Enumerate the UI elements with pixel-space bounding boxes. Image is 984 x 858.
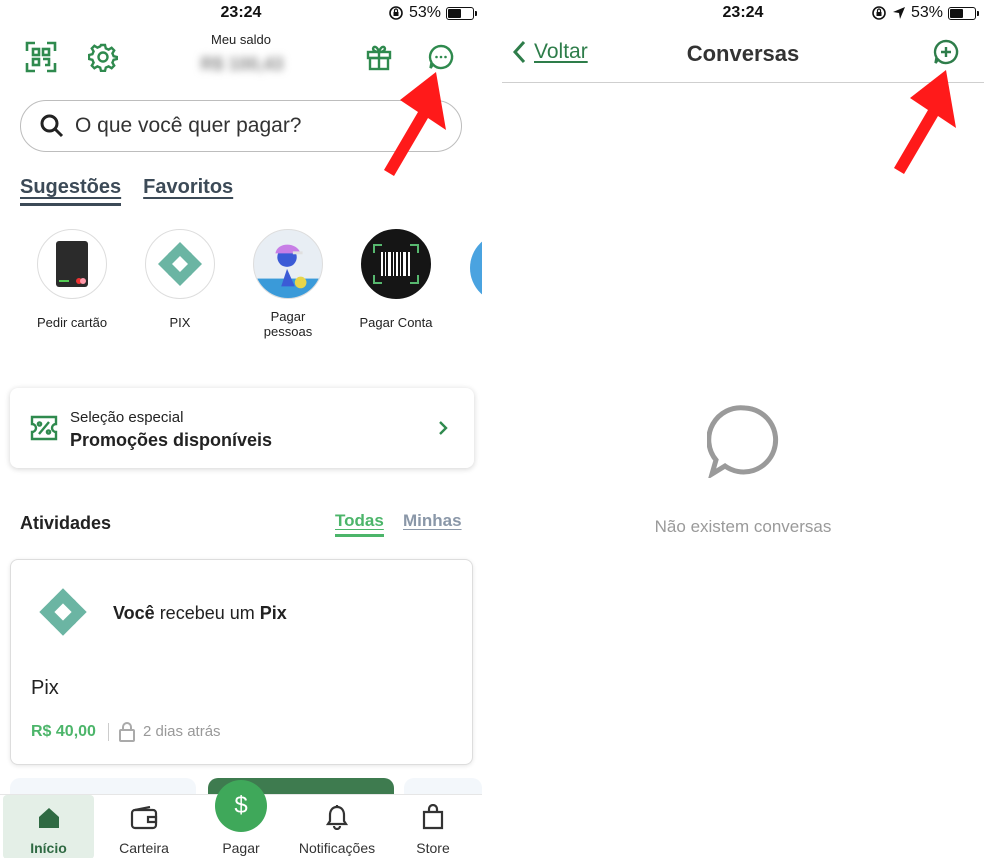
gift-icon [366, 45, 392, 71]
search-icon [40, 114, 64, 138]
battery-percent: 53% [910, 4, 943, 21]
status-right: 53% [871, 4, 979, 22]
suggestion-pagar-conta[interactable]: Pagar Conta [346, 229, 446, 330]
qr-code-icon [25, 41, 57, 73]
suggestion-label: Pagar Conta [359, 315, 433, 330]
nav-label: Início [30, 840, 67, 856]
person-icon [253, 229, 323, 299]
tab-minhas[interactable]: Minhas [403, 511, 462, 531]
chevron-right-icon [439, 421, 448, 435]
suggestion-pedir-cartao[interactable]: Pedir cartão [22, 229, 122, 330]
rotation-lock-icon [872, 6, 886, 20]
nav-label: Pagar [222, 840, 260, 856]
home-icon [38, 808, 59, 828]
battery-icon [446, 6, 477, 20]
new-conversation-button[interactable] [932, 38, 962, 68]
nav-carteira[interactable]: Carteira [100, 795, 188, 858]
nav-store[interactable]: Store [392, 795, 474, 858]
divider [108, 723, 109, 741]
activity-card[interactable]: Você recebeu um Pix Pix R$ 40,00 2 dias … [10, 559, 473, 765]
activity-type: Pix [31, 677, 59, 699]
nav-label: Notificações [298, 840, 376, 856]
card-icon [37, 229, 107, 299]
wallet-icon [130, 806, 158, 830]
balance-label: Meu saldo [211, 32, 271, 47]
status-right: 53% [388, 4, 477, 22]
suggestion-pix[interactable]: PIX [130, 229, 230, 330]
promo-title: Promoções disponíveis [70, 430, 273, 450]
suggestion-label: Pedir cartão [36, 315, 108, 330]
status-bar: 23:24 53% [0, 0, 482, 26]
gear-icon [88, 43, 118, 72]
balance-value[interactable]: R$ 100,43 [188, 54, 296, 76]
home-screen: 23:24 53% Meu saldo R$ 100,43 O que você… [0, 0, 482, 858]
qr-code-button[interactable] [24, 40, 58, 74]
activity-time: 2 dias atrás [143, 723, 221, 740]
rotation-lock-icon [389, 6, 403, 20]
settings-button[interactable] [86, 40, 120, 74]
dollar-icon: $ [234, 792, 248, 819]
tab-favoritos[interactable]: Favoritos [143, 176, 233, 206]
nav-notificacoes[interactable]: Notificações [292, 795, 382, 858]
activity-actor: Você [113, 603, 155, 623]
location-icon [892, 7, 905, 19]
activity-object: Pix [259, 603, 287, 623]
nav-label: Carteira [119, 840, 169, 856]
chat-plus-icon [933, 39, 959, 65]
tab-todas[interactable]: Todas [335, 511, 384, 537]
activity-message: Você recebeu um Pix [113, 603, 287, 624]
nav-label: Store [416, 840, 450, 856]
chat-bubble-icon [707, 405, 779, 478]
battery-percent: 53% [408, 4, 441, 21]
suggestion-tabs: Sugestões Favoritos [20, 176, 233, 206]
activity-amount: R$ 40,00 [31, 723, 96, 740]
search-placeholder: O que você quer pagar? [75, 114, 302, 137]
barcode-icon [361, 229, 431, 299]
suggestion-label: PIX [169, 315, 191, 330]
suggestion-more[interactable] [470, 233, 482, 303]
nav-inicio[interactable]: Início [3, 795, 94, 858]
battery-icon [948, 6, 979, 20]
arrow-annotation-icon [894, 70, 956, 174]
lock-icon [119, 722, 135, 742]
tab-sugestoes[interactable]: Sugestões [20, 176, 122, 206]
chat-bubble-icon [428, 44, 454, 70]
page-title: Conversas [686, 41, 800, 66]
pay-fab-button[interactable]: $ [215, 780, 267, 832]
arrow-annotation-icon [384, 72, 446, 176]
pix-icon [145, 229, 215, 299]
conversations-screen: 23:24 53% Voltar Conversas Não existem c… [502, 0, 984, 858]
suggestion-label: Pagar pessoas [263, 309, 313, 339]
activities-title: Atividades [20, 513, 112, 533]
suggestion-pagar-pessoas[interactable]: Pagar pessoas [238, 229, 338, 339]
empty-state-text: Não existem conversas [654, 517, 832, 536]
activity-verb: recebeu um [154, 603, 260, 623]
shopping-bag-icon [422, 804, 444, 830]
promo-subtitle: Seleção especial [70, 409, 184, 426]
screen-gap [482, 0, 502, 858]
discount-icon [30, 415, 58, 441]
promo-banner[interactable]: Seleção especial Promoções disponíveis [10, 388, 474, 468]
pix-icon [39, 588, 87, 636]
status-bar: 23:24 53% [502, 0, 984, 26]
bell-icon [325, 805, 349, 830]
